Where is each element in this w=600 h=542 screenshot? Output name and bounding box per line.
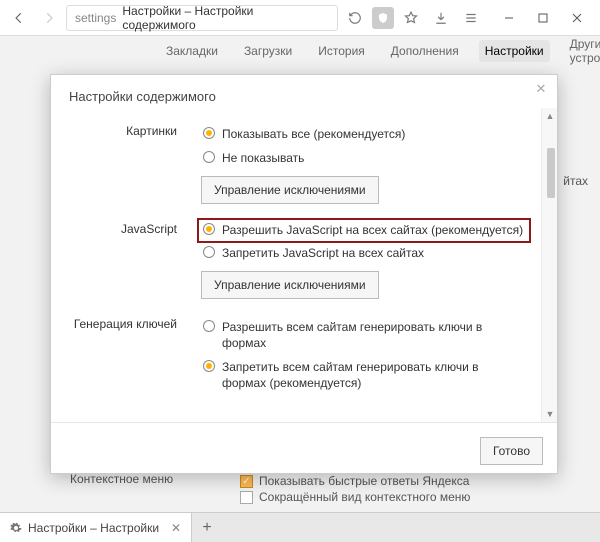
maximize-button[interactable] <box>526 4 560 32</box>
section-keygen: Генерация ключей Разрешить всем сайтам г… <box>51 305 557 402</box>
section-images-label: Картинки <box>51 122 201 204</box>
bookmark-star-icon[interactable] <box>398 5 424 31</box>
option-label: Запретить всем сайтам генерировать ключи… <box>222 359 525 391</box>
javascript-manage-exceptions-button[interactable]: Управление исключениями <box>201 271 379 299</box>
tab-downloads[interactable]: Загрузки <box>238 40 298 62</box>
javascript-allow-option[interactable]: Разрешить JavaScript на всех сайтах (рек… <box>197 218 531 242</box>
section-javascript: JavaScript Разрешить JavaScript на всех … <box>51 210 557 304</box>
reload-icon[interactable] <box>342 5 368 31</box>
images-manage-exceptions-button[interactable]: Управление исключениями <box>201 176 379 204</box>
quick-answers-label: Показывать быстрые ответы Яндекса <box>259 474 469 488</box>
tab-history[interactable]: История <box>312 40 371 62</box>
option-label: Разрешить всем сайтам генерировать ключи… <box>222 319 525 351</box>
dialog-footer: Готово <box>51 422 557 473</box>
radio-icon <box>203 151 215 163</box>
option-label: Показывать все (рекомендуется) <box>222 126 405 142</box>
new-tab-button[interactable]: + <box>192 513 222 542</box>
browser-tab-active[interactable]: Настройки – Настройки ✕ <box>0 513 192 542</box>
keygen-allow-option[interactable]: Разрешить всем сайтам генерировать ключи… <box>201 315 527 355</box>
tab-devices[interactable]: Другие устройства <box>564 33 600 69</box>
menu-icon[interactable] <box>458 5 484 31</box>
option-label: Разрешить JavaScript на всех сайтах (рек… <box>222 222 523 238</box>
window-controls <box>492 4 594 32</box>
close-dialog-button[interactable]: ✕ <box>533 81 549 97</box>
scroll-up-icon[interactable]: ▲ <box>542 108 557 124</box>
done-button[interactable]: Готово <box>480 437 543 465</box>
option-label: Запретить JavaScript на всех сайтах <box>222 245 424 261</box>
browser-toolbar: settings Настройки – Настройки содержимо… <box>0 0 600 36</box>
close-window-button[interactable] <box>560 4 594 32</box>
shield-icon[interactable] <box>372 7 394 29</box>
gear-icon <box>10 522 22 534</box>
backdrop-text-fragment: йтах <box>563 174 588 188</box>
context-menu-options: ✓ Показывать быстрые ответы Яндекса Сокр… <box>240 472 470 504</box>
tab-title: Настройки – Настройки <box>28 521 159 535</box>
context-menu-section-label: Контекстное меню <box>70 472 173 486</box>
content-settings-dialog: ✕ Настройки содержимого Картинки Показыв… <box>50 74 558 474</box>
back-button[interactable] <box>6 5 32 31</box>
dialog-body: Картинки Показывать все (рекомендуется) … <box>51 108 557 422</box>
checkbox-compact-menu[interactable] <box>240 491 253 504</box>
tab-bookmarks[interactable]: Закладки <box>160 40 224 62</box>
tab-settings[interactable]: Настройки <box>479 40 550 62</box>
minimize-button[interactable] <box>492 4 526 32</box>
scroll-down-icon[interactable]: ▼ <box>542 406 557 422</box>
dialog-title: Настройки содержимого <box>51 75 557 108</box>
section-javascript-label: JavaScript <box>51 220 201 298</box>
tab-addons[interactable]: Дополнения <box>385 40 465 62</box>
images-show-all-option[interactable]: Показывать все (рекомендуется) <box>201 122 527 146</box>
omnibox[interactable]: settings Настройки – Настройки содержимо… <box>66 5 338 31</box>
option-label: Не показывать <box>222 150 304 166</box>
downloads-icon[interactable] <box>428 5 454 31</box>
scroll-thumb[interactable] <box>547 148 555 198</box>
close-tab-icon[interactable]: ✕ <box>171 521 181 535</box>
radio-icon <box>203 127 215 139</box>
keygen-block-option[interactable]: Запретить всем сайтам генерировать ключи… <box>201 355 527 395</box>
section-keygen-label: Генерация ключей <box>51 315 201 396</box>
radio-icon <box>203 223 215 235</box>
omnibox-title: Настройки – Настройки содержимого <box>122 4 329 32</box>
radio-icon <box>203 320 215 332</box>
radio-icon <box>203 246 215 258</box>
compact-menu-label: Сокращённый вид контекстного меню <box>259 490 470 504</box>
images-hide-option[interactable]: Не показывать <box>201 146 527 170</box>
checkbox-quick-answers[interactable]: ✓ <box>240 475 253 488</box>
dialog-scrollbar[interactable]: ▲ ▼ <box>541 108 557 422</box>
settings-nav-tabs: Закладки Загрузки История Дополнения Нас… <box>0 36 600 66</box>
radio-icon <box>203 360 215 372</box>
section-images: Картинки Показывать все (рекомендуется) … <box>51 112 557 210</box>
omnibox-context: settings <box>75 11 116 25</box>
browser-tabstrip: Настройки – Настройки ✕ + <box>0 512 600 542</box>
javascript-block-option[interactable]: Запретить JavaScript на всех сайтах <box>201 241 527 265</box>
forward-button[interactable] <box>36 5 62 31</box>
